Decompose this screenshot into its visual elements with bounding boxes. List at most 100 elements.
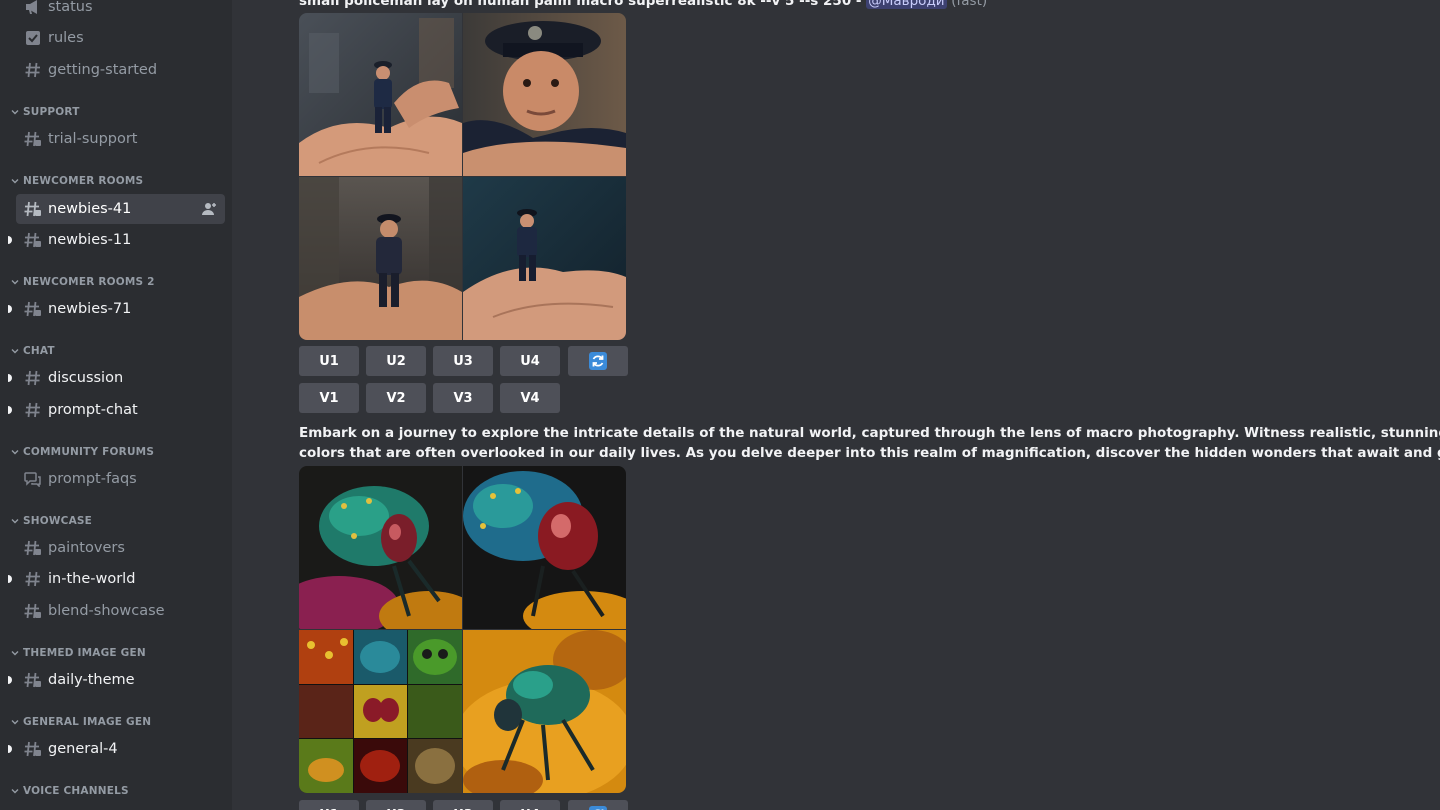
upscale-button-2[interactable]: U2 (366, 346, 426, 376)
chevron-down-icon (11, 349, 19, 354)
channel-label: getting-started (48, 62, 158, 78)
category-label: THEMED IMAGE GEN (23, 647, 146, 659)
channel-daily-theme[interactable]: daily-theme (8, 665, 225, 695)
category-general-image-gen[interactable]: GENERAL IMAGE GEN (10, 714, 151, 730)
blue-fly-closeup-image (463, 466, 626, 629)
channel-trial-support[interactable]: trial-support (16, 124, 225, 154)
category-label: COMMUNITY FORUMS (23, 446, 155, 458)
channel-newbies-11[interactable]: newbies-11 (8, 225, 225, 255)
image-tile-1[interactable] (299, 466, 462, 629)
upscale-button-1[interactable]: U1 (299, 346, 359, 376)
chevron-down-icon (11, 789, 19, 794)
variation-button-3[interactable]: V3 (433, 383, 493, 413)
speed-tag: (fast) (951, 0, 988, 9)
image-tile-2[interactable] (463, 13, 626, 176)
hash-icon (22, 569, 44, 589)
channel-label: trial-support (48, 131, 138, 147)
insect-image-grid[interactable] (299, 466, 626, 793)
channel-discussion[interactable]: discussion (8, 363, 225, 393)
channel-getting-started[interactable]: getting-started (16, 55, 225, 85)
channel-label: newbies-71 (48, 301, 132, 317)
unread-indicator (8, 374, 12, 382)
unread-indicator (8, 305, 12, 313)
policeman-closeup-image (463, 13, 626, 176)
insect-collage-image (299, 630, 462, 793)
chevron-down-icon (11, 651, 19, 656)
category-newcomer-rooms-2[interactable]: NEWCOMER ROOMS 2 (10, 274, 155, 290)
channel-sidebar: status rules getting-started SUPPORT tri… (0, 0, 232, 810)
chevron-down-icon (11, 519, 19, 524)
reroll-button[interactable] (568, 346, 628, 376)
channel-label: newbies-41 (48, 201, 132, 217)
category-newcomer-rooms[interactable]: NEWCOMER ROOMS (10, 173, 143, 189)
category-voice-channels[interactable]: VOICE CHANNELS (10, 783, 129, 799)
chat-area: small policeman lay on human palm macro … (232, 0, 1440, 810)
channel-label: prompt-faqs (48, 471, 137, 487)
variation-button-4[interactable]: V4 (500, 383, 560, 413)
channel-general-4[interactable]: general-4 (8, 734, 225, 764)
reroll-icon (589, 352, 607, 370)
checkbox-icon (22, 28, 44, 48)
category-themed-image-gen[interactable]: THEMED IMAGE GEN (10, 645, 146, 661)
channel-prompt-faqs[interactable]: prompt-faqs (16, 464, 225, 494)
threads-hash-icon (22, 299, 44, 319)
threads-hash-icon (22, 129, 44, 149)
threads-hash-icon (22, 199, 44, 219)
unread-indicator (8, 236, 12, 244)
category-label: NEWCOMER ROOMS 2 (23, 276, 155, 288)
category-support[interactable]: SUPPORT (10, 104, 80, 120)
channel-status[interactable]: status (16, 0, 225, 22)
description-line-2: colors that are often overlooked in our … (299, 445, 1440, 461)
upscale-button-1[interactable]: U1 (299, 800, 359, 810)
threads-hash-icon (22, 230, 44, 250)
reroll-button[interactable] (568, 800, 628, 810)
category-label: GENERAL IMAGE GEN (23, 716, 152, 728)
image-tile-1[interactable] (299, 13, 462, 176)
category-chat[interactable]: CHAT (10, 343, 55, 359)
hash-icon (22, 400, 44, 420)
channel-in-the-world[interactable]: in-the-world (8, 564, 225, 594)
channel-blend-showcase[interactable]: blend-showcase (16, 596, 225, 626)
announcement-icon (22, 0, 44, 17)
upscale-button-2[interactable]: U2 (366, 800, 426, 810)
policeman-palm-dark-image (463, 177, 626, 340)
upscale-button-3[interactable]: U3 (433, 800, 493, 810)
upscale-button-3[interactable]: U3 (433, 346, 493, 376)
add-member-icon[interactable] (201, 201, 217, 217)
beetle-on-flower-image (463, 630, 626, 793)
green-fly-macro-image (299, 466, 462, 629)
hash-icon (22, 368, 44, 388)
threads-hash-icon (22, 670, 44, 690)
variation-button-2[interactable]: V2 (366, 383, 426, 413)
chevron-down-icon (11, 720, 19, 725)
channel-prompt-chat[interactable]: prompt-chat (8, 395, 225, 425)
image-tile-2[interactable] (463, 466, 626, 629)
channel-newbies-41[interactable]: newbies-41 (16, 194, 225, 224)
channel-label: rules (48, 30, 84, 46)
chevron-down-icon (11, 450, 19, 455)
category-label: SHOWCASE (23, 515, 93, 527)
upscale-button-4[interactable]: U4 (500, 800, 560, 810)
prompt-text: small policeman lay on human palm macro … (299, 0, 852, 9)
upscale-button-4[interactable]: U4 (500, 346, 560, 376)
variation-button-1[interactable]: V1 (299, 383, 359, 413)
category-label: CHAT (23, 345, 55, 357)
user-mention[interactable]: @Мавроди (866, 0, 947, 9)
category-community-forums[interactable]: COMMUNITY FORUMS (10, 444, 154, 460)
image-tile-4[interactable] (463, 630, 626, 793)
image-tile-4[interactable] (463, 177, 626, 340)
channel-paintovers[interactable]: paintovers (16, 533, 225, 563)
policeman-image-grid[interactable] (299, 13, 626, 340)
image-tile-3[interactable] (299, 177, 462, 340)
image-tile-3[interactable] (299, 630, 462, 793)
channel-label: discussion (48, 370, 124, 386)
message-prompt: small policeman lay on human palm macro … (299, 0, 987, 9)
channel-newbies-71[interactable]: newbies-71 (8, 294, 225, 324)
channel-rules[interactable]: rules (16, 23, 225, 53)
category-showcase[interactable]: SHOWCASE (10, 513, 92, 529)
threads-hash-icon (22, 538, 44, 558)
prompt-separator: - (851, 0, 867, 9)
category-label: NEWCOMER ROOMS (23, 175, 144, 187)
channel-label: prompt-chat (48, 402, 138, 418)
reroll-icon (589, 806, 607, 810)
